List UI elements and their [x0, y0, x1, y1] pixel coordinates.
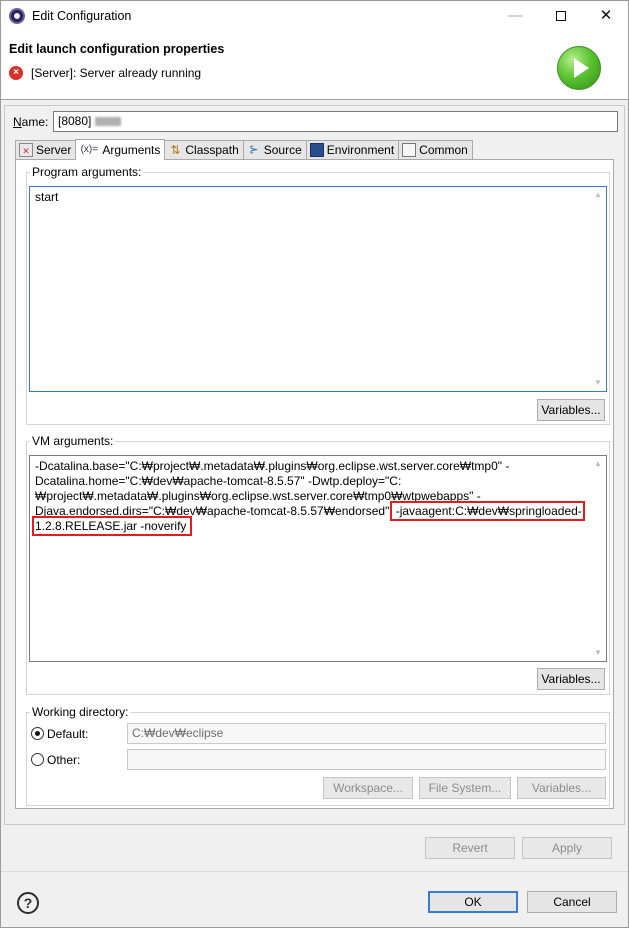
default-label: Default:	[47, 727, 89, 741]
other-radio[interactable]	[31, 753, 44, 766]
ok-button[interactable]: OK	[428, 891, 518, 913]
maximize-button[interactable]	[538, 1, 584, 31]
error-icon: ×	[9, 66, 23, 80]
name-input[interactable]: [8080]	[53, 111, 618, 132]
tab-classpath-label: Classpath	[185, 143, 239, 157]
tab-common-label: Common	[419, 143, 468, 157]
program-arguments-group: Program arguments: start ▲ ▼ Variables..…	[26, 165, 610, 425]
revert-button[interactable]: Revert	[425, 837, 515, 859]
run-icon	[557, 46, 601, 90]
tab-environment[interactable]: Environment	[305, 140, 400, 159]
tab-common[interactable]: Common	[398, 140, 473, 159]
default-radio[interactable]	[31, 727, 44, 740]
other-label: Other:	[47, 753, 81, 767]
cancel-button[interactable]: Cancel	[527, 891, 617, 913]
close-button[interactable]: ✕	[583, 1, 629, 31]
working-variables-button[interactable]: Variables...	[517, 777, 606, 799]
scroll-up-icon[interactable]: ▲	[590, 457, 606, 471]
working-directory-group: Working directory: Default: C:₩dev₩eclip…	[26, 705, 610, 806]
name-value: [8080]	[58, 114, 92, 128]
classpath-icon: ⇅	[170, 143, 181, 157]
maximize-icon	[556, 11, 566, 22]
tab-arguments[interactable]: (x)= Arguments	[75, 139, 166, 160]
tab-source[interactable]: ⊱ Source	[242, 140, 307, 159]
tab-server-label: Server	[36, 143, 72, 157]
help-icon[interactable]: ?	[17, 892, 39, 914]
scroll-up-icon[interactable]: ▲	[590, 188, 606, 202]
program-arguments-scrollbar[interactable]: ▲ ▼	[590, 187, 606, 391]
common-icon	[402, 143, 417, 157]
eclipse-icon	[9, 8, 25, 24]
redacted-name	[95, 117, 122, 127]
vm-arguments-label: VM arguments:	[30, 434, 116, 448]
vm-arguments-scrollbar[interactable]: ▲ ▼	[590, 456, 606, 661]
name-label: Name:	[13, 115, 49, 129]
default-directory-input: C:₩dev₩eclipse	[127, 723, 606, 744]
tab-arguments-label: Arguments	[102, 143, 161, 157]
program-arguments-input[interactable]: start ▲ ▼	[29, 186, 607, 392]
tab-source-label: Source	[263, 143, 302, 157]
name-label-rest: ame:	[21, 115, 49, 129]
window-title: Edit Configuration	[32, 9, 132, 23]
header-message: [Server]: Server already running	[31, 66, 202, 80]
workspace-button[interactable]: Workspace...	[323, 777, 413, 799]
environment-icon	[309, 143, 324, 157]
arguments-panel: Program arguments: start ▲ ▼ Variables..…	[15, 159, 614, 809]
arguments-icon: (x)=	[80, 144, 99, 155]
vm-variables-button[interactable]: Variables...	[537, 668, 605, 690]
working-directory-label: Working directory:	[30, 705, 131, 719]
header-title: Edit launch configuration properties	[9, 42, 225, 56]
scroll-down-icon[interactable]: ▼	[590, 646, 606, 660]
source-icon: ⊱	[249, 144, 259, 156]
other-directory-input[interactable]	[127, 749, 606, 770]
vm-arguments-group: VM arguments: -Dcatalina.base="C:₩projec…	[26, 434, 610, 695]
vm-arguments-input[interactable]: -Dcatalina.base="C:₩project₩.metadata₩.p…	[29, 455, 607, 662]
main-area: Name: [8080] ✕ Server (x)= Arguments ⇅ C…	[4, 105, 625, 859]
apply-button[interactable]: Apply	[522, 837, 612, 859]
minimize-button[interactable]: —	[492, 1, 538, 31]
file-system-button[interactable]: File System...	[419, 777, 511, 799]
program-arguments-label: Program arguments:	[30, 165, 144, 179]
tab-bar: ✕ Server (x)= Arguments ⇅ Classpath ⊱ So…	[15, 139, 473, 160]
tab-server[interactable]: ✕ Server	[15, 140, 77, 159]
program-arguments-value: start	[35, 190, 59, 204]
dialog-footer: ? OK Cancel	[1, 871, 628, 927]
program-variables-button[interactable]: Variables...	[537, 399, 605, 421]
edit-configuration-dialog: Edit Configuration — ✕ Edit launch confi…	[0, 0, 629, 928]
tab-environment-label: Environment	[326, 143, 395, 157]
dialog-header: Edit launch configuration properties × […	[1, 31, 628, 100]
server-icon: ✕	[19, 143, 33, 157]
tab-classpath[interactable]: ⇅ Classpath	[164, 140, 244, 159]
vm-arguments-text: -Dcatalina.base="C:₩project₩.metadata₩.p…	[32, 459, 588, 536]
title-bar: Edit Configuration — ✕	[1, 1, 628, 31]
scroll-down-icon[interactable]: ▼	[590, 376, 606, 390]
